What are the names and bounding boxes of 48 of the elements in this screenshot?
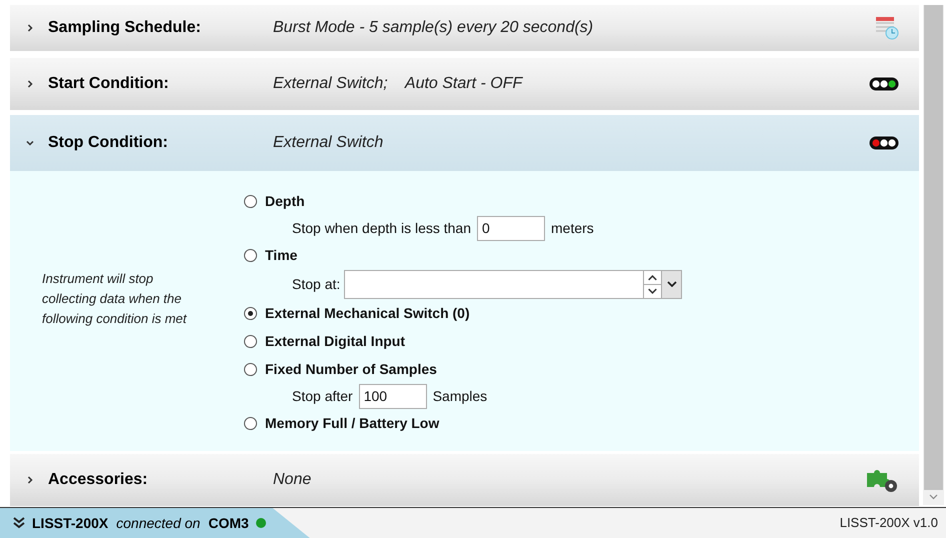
chevron-icon[interactable] bbox=[26, 139, 34, 147]
section-summary: External Switch; Auto Start - OFF bbox=[273, 74, 524, 94]
radio-button[interactable] bbox=[244, 306, 257, 320]
field-label: Stop at: bbox=[292, 274, 340, 294]
number-field[interactable]: 0 bbox=[477, 216, 546, 240]
chevron-icon[interactable] bbox=[26, 476, 34, 484]
radio-button[interactable] bbox=[244, 248, 257, 262]
number-field[interactable]: 100 bbox=[358, 384, 427, 408]
section-header[interactable]: Sampling Schedule: Burst Mode - 5 sample(s) every 20 second(s) bbox=[10, 5, 919, 51]
unit-label: Samples bbox=[432, 386, 488, 406]
radio-button[interactable] bbox=[244, 416, 257, 430]
section-title: Sampling Schedule: bbox=[48, 18, 202, 38]
section-header[interactable]: Start Condition: External Switch; Auto Start - OFF bbox=[10, 58, 919, 110]
chevron-icon[interactable] bbox=[26, 24, 34, 32]
radio-button[interactable] bbox=[244, 362, 257, 376]
datetime-field[interactable] bbox=[344, 270, 682, 298]
radio-label: External Digital Input bbox=[265, 332, 406, 351]
radio-label: Memory Full / Battery Low bbox=[265, 414, 440, 433]
double-chevron-icon bbox=[12, 517, 26, 529]
field-label: Stop after bbox=[292, 386, 353, 406]
radio-label: External Mechanical Switch (0) bbox=[265, 304, 470, 323]
radio-label: Time bbox=[265, 246, 298, 264]
unit-label: meters bbox=[551, 218, 594, 238]
field-label: Stop when depth is less than bbox=[292, 218, 472, 238]
radio-button[interactable] bbox=[244, 334, 257, 348]
section-header[interactable]: Stop Condition: External Switch bbox=[10, 115, 919, 171]
section-summary: Burst Mode - 5 sample(s) every 20 second(s) bbox=[273, 18, 594, 38]
section-title: Accessories: bbox=[48, 470, 149, 490]
chevron-icon[interactable] bbox=[26, 80, 34, 88]
scrollbar[interactable] bbox=[923, 5, 944, 505]
version-label: LISST-200X v1.0 bbox=[840, 514, 938, 532]
dropdown-button[interactable] bbox=[661, 270, 682, 298]
section-summary: None bbox=[273, 470, 312, 490]
condition-description: Instrument will stop collecting data when the following condition is met bbox=[42, 270, 188, 328]
section-title: Start Condition: bbox=[48, 74, 170, 94]
radio-label: Fixed Number of Samples bbox=[265, 360, 437, 379]
section-summary: External Switch bbox=[273, 133, 384, 153]
port-name: COM3 bbox=[208, 514, 249, 532]
radio-label: Depth bbox=[265, 192, 305, 211]
section-title: Stop Condition: bbox=[48, 133, 169, 153]
caret-icon bbox=[666, 281, 677, 287]
connection-tab[interactable]: LISST-200X connected on COM3 bbox=[0, 508, 310, 538]
connection-text: connected on bbox=[116, 514, 200, 532]
radio-button[interactable] bbox=[244, 194, 257, 208]
device-name: LISST-200X bbox=[32, 514, 108, 532]
puzzle-gear-icon bbox=[865, 467, 899, 493]
calendar-clock-icon bbox=[875, 16, 899, 40]
section-header[interactable]: Accessories: None bbox=[10, 454, 919, 506]
